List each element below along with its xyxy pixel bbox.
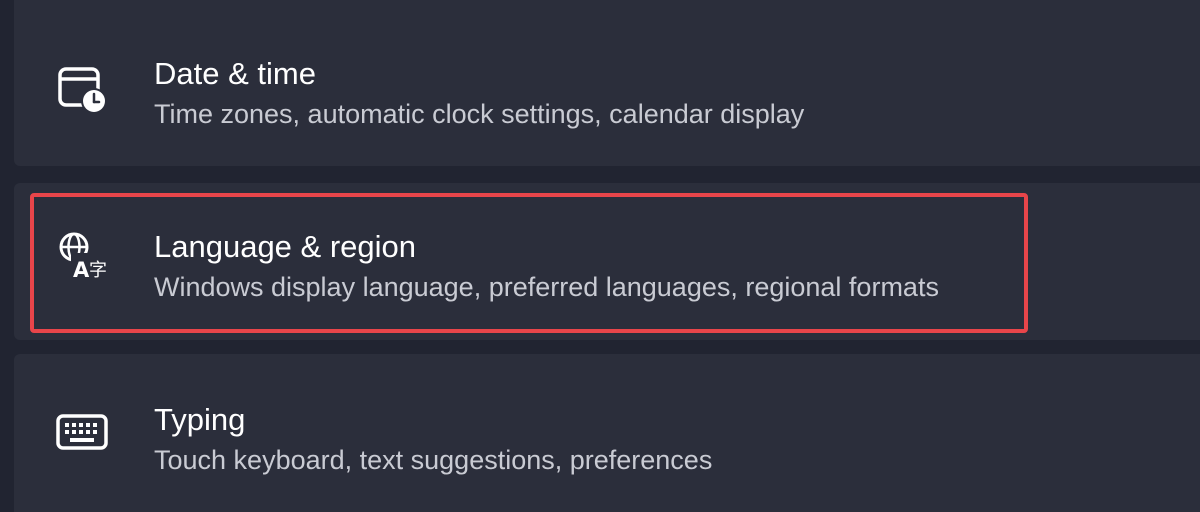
settings-list: Date & time Time zones, automatic clock … [0,0,1200,512]
settings-item-title: Typing [154,402,246,437]
svg-text:A: A [73,258,90,282]
settings-item-date-time[interactable]: Date & time Time zones, automatic clock … [14,0,1200,166]
settings-item-language-region[interactable]: A 字 Language & region Windows display la… [14,183,1200,340]
keyboard-icon [54,404,110,460]
settings-item-description: Touch keyboard, text suggestions, prefer… [154,445,713,475]
settings-item-description: Windows display language, preferred lang… [154,272,939,302]
settings-item-typing[interactable]: Typing Touch keyboard, text suggestions,… [14,354,1200,512]
settings-item-title: Date & time [154,56,316,91]
calendar-clock-icon [54,61,110,117]
settings-item-description: Time zones, automatic clock settings, ca… [154,99,805,129]
svg-text:字: 字 [89,260,107,281]
language-icon: A 字 [54,227,110,283]
settings-item-title: Language & region [154,229,417,264]
